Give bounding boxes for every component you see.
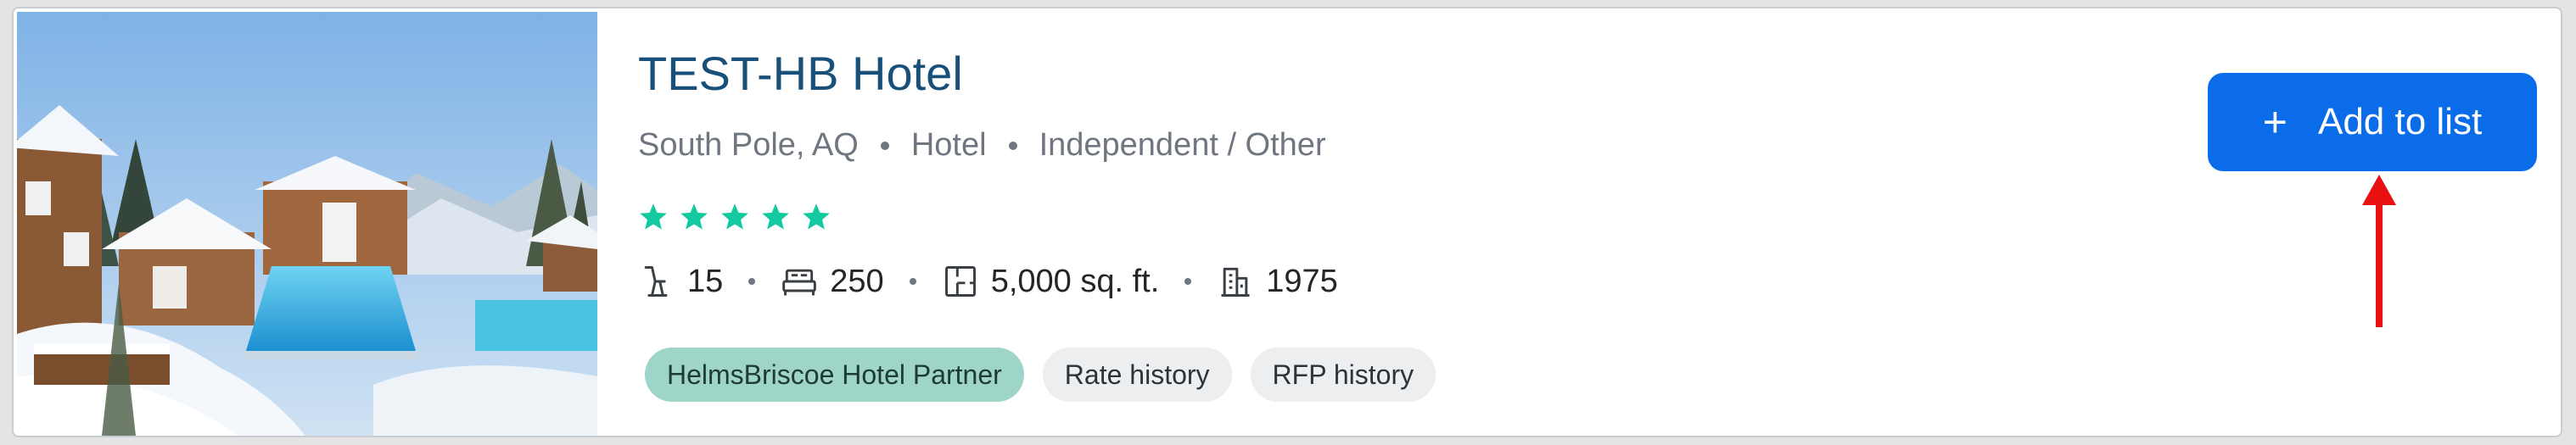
hotel-photo[interactable] — [17, 12, 597, 436]
floorplan-icon — [944, 266, 976, 297]
stat-separator — [748, 278, 756, 285]
meta-separator — [880, 141, 889, 150]
guest-rooms-value: 250 — [830, 263, 884, 299]
podium-icon — [644, 266, 668, 297]
tag-row: HelmsBriscoe Hotel Partner Rate history … — [645, 348, 1436, 402]
rfp-history-chip[interactable]: RFP history — [1250, 348, 1436, 402]
star-icon — [680, 203, 708, 230]
partner-badge: HelmsBriscoe Hotel Partner — [645, 348, 1024, 402]
annotation-arrow-icon — [2362, 175, 2396, 327]
meta-separator — [1008, 141, 1017, 150]
guest-rooms-stat: 250 — [781, 263, 884, 300]
page-background: TEST-HB Hotel South Pole, AQ Hotel Indep… — [0, 0, 2576, 445]
rate-history-chip[interactable]: Rate history — [1042, 348, 1232, 402]
hotel-card: TEST-HB Hotel South Pole, AQ Hotel Indep… — [12, 7, 2562, 437]
star-rating — [638, 202, 832, 232]
bed-icon — [782, 269, 817, 296]
star-icon — [762, 203, 789, 230]
star-icon — [803, 203, 830, 230]
year-built-value: 1975 — [1266, 263, 1338, 299]
hotel-meta: South Pole, AQ Hotel Independent / Other — [638, 127, 1326, 164]
stat-separator — [909, 278, 916, 285]
meeting-space-stat: 5,000 sq. ft. — [942, 263, 1160, 300]
hotel-brand: Independent / Other — [1039, 127, 1326, 163]
meeting-rooms-stat: 15 — [638, 263, 723, 300]
meeting-rooms-value: 15 — [687, 263, 724, 299]
hotel-type: Hotel — [910, 127, 987, 163]
hotel-stats: 15 250 5,000 sq. ft. 1975 — [638, 263, 1338, 300]
star-icon — [721, 203, 748, 230]
hotel-location: South Pole, AQ — [638, 127, 859, 163]
year-built-stat: 1975 — [1217, 263, 1338, 300]
plus-icon: + — [2262, 98, 2288, 146]
add-to-list-label: Add to list — [2317, 101, 2483, 142]
building-icon — [1221, 267, 1250, 297]
hotel-name[interactable]: TEST-HB Hotel — [638, 46, 963, 101]
meeting-space-value: 5,000 sq. ft. — [990, 263, 1160, 299]
star-icon — [640, 203, 667, 230]
add-to-list-button[interactable]: + Add to list — [2208, 73, 2537, 171]
stat-separator — [1184, 278, 1192, 285]
